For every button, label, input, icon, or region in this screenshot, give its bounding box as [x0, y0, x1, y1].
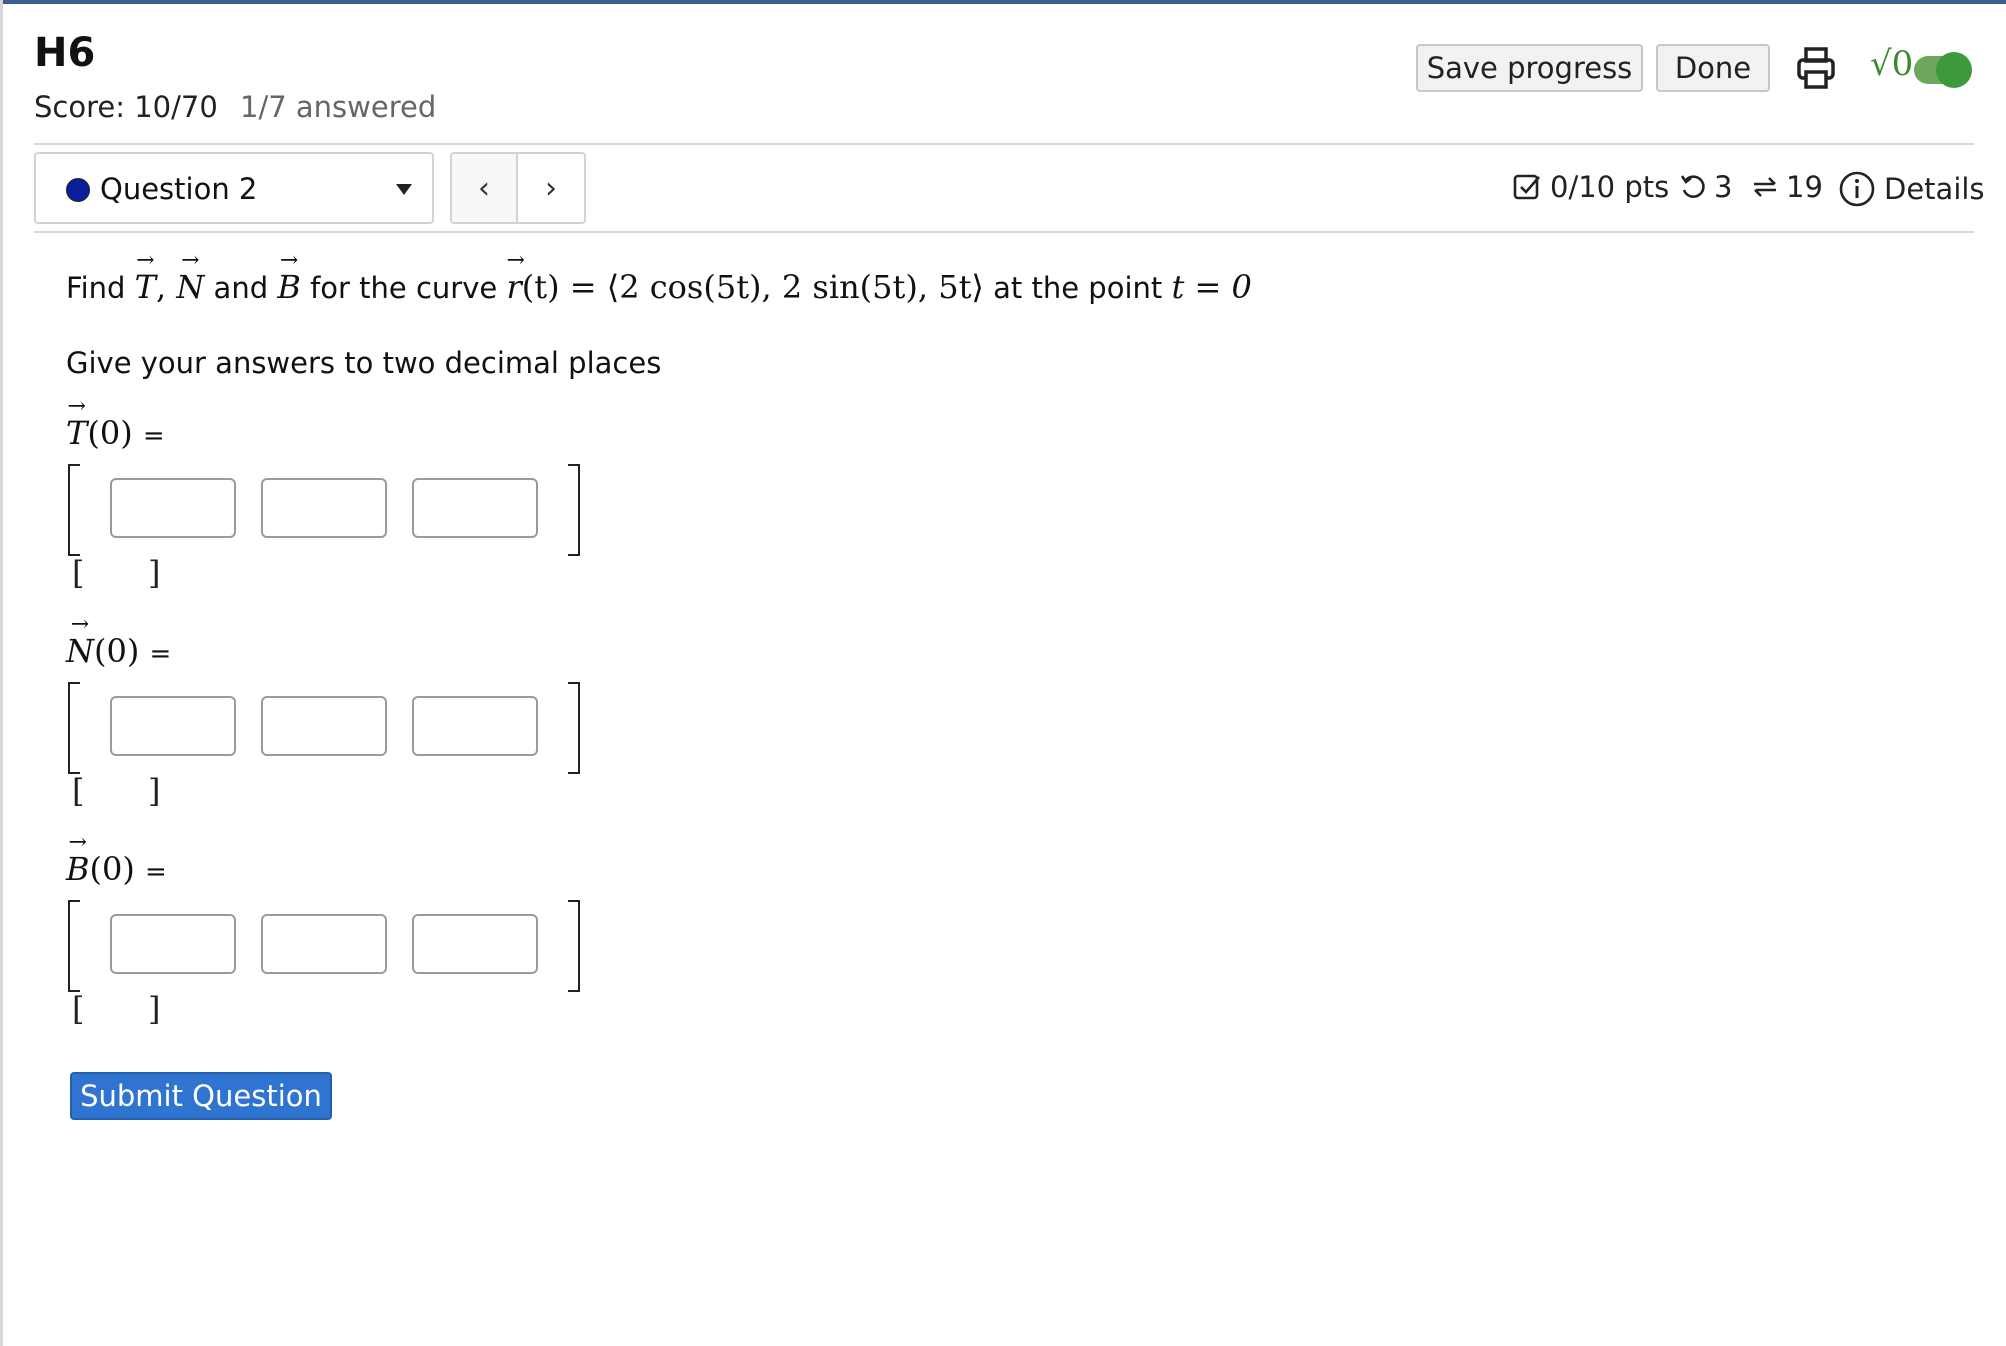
vector-N-symbol: N [176, 248, 204, 306]
left-edge [0, 0, 3, 1346]
question-select[interactable]: Question 2 [34, 152, 434, 224]
point-expression: t = 0 [1171, 268, 1252, 306]
T-component-3-input[interactable] [412, 478, 538, 538]
vector-B-symbol: B [277, 248, 301, 306]
N-component-1-input[interactable] [110, 696, 236, 756]
save-progress-button[interactable]: Save progress [1416, 44, 1643, 92]
T-component-1-input[interactable] [110, 478, 236, 538]
N-component-3-input[interactable] [412, 696, 538, 756]
caret-down-icon [396, 184, 412, 195]
prompt-and: and [213, 271, 269, 305]
attempts-icon [1754, 177, 1776, 197]
previous-question-button[interactable]: ‹ [452, 154, 518, 222]
retries-status: 3 [1678, 170, 1732, 204]
assignment-title: H6 [34, 30, 96, 76]
bracket-right [568, 682, 580, 774]
checkbox-icon [1513, 174, 1540, 200]
attempts-count: 19 [1786, 170, 1823, 204]
divider [34, 231, 1974, 233]
retries-count: 3 [1714, 170, 1733, 204]
bracket-left [68, 464, 80, 556]
details-label: Details [1884, 172, 1985, 206]
done-button[interactable]: Done [1656, 44, 1770, 92]
vector-N-preview: [] [72, 772, 161, 810]
points-status: 0/10 pts [1512, 170, 1669, 204]
instruction-text: Give your answers to two decimal places [66, 346, 662, 380]
details-link[interactable]: Details [1838, 170, 1985, 208]
T-component-2-input[interactable] [261, 478, 387, 538]
top-accent-bar [0, 0, 2006, 4]
submit-question-button[interactable]: Submit Question [70, 1072, 332, 1120]
toggle-knob[interactable] [1936, 52, 1972, 88]
prompt-for-curve: for the curve [310, 271, 498, 305]
question-select-label: Question 2 [100, 172, 258, 206]
attempts-status: 19 [1750, 170, 1823, 204]
vector-T-label: T(0) = [66, 394, 165, 452]
status-dot-icon [66, 178, 90, 202]
vector-T-matrix [66, 464, 582, 556]
bracket-left [68, 900, 80, 992]
vector-B-preview: [] [72, 990, 161, 1028]
vector-N-matrix [66, 682, 582, 774]
retry-icon [1680, 175, 1705, 198]
points-text: 0/10 pts [1550, 170, 1670, 204]
B-component-1-input[interactable] [110, 914, 236, 974]
print-icon[interactable] [1796, 46, 1836, 90]
question-nav: ‹ › [450, 152, 586, 224]
score-text: Score: 10/70 [34, 90, 218, 124]
B-component-2-input[interactable] [261, 914, 387, 974]
info-icon [1839, 171, 1875, 207]
divider [34, 143, 1974, 145]
N-component-2-input[interactable] [261, 696, 387, 756]
prompt-at-point: at the point [993, 271, 1163, 305]
answered-count: 1/7 answered [240, 90, 437, 124]
vector-B-matrix [66, 900, 582, 992]
bracket-right [568, 464, 580, 556]
B-component-3-input[interactable] [412, 914, 538, 974]
sqrt-icon[interactable]: √0 [1870, 44, 1913, 84]
question-prompt: Find T, N and B for the curve r(t) = ⟨2 … [66, 248, 1252, 306]
vector-T-preview: [] [72, 554, 161, 592]
vector-T-symbol: T [135, 248, 157, 306]
prompt-find: Find [66, 271, 126, 305]
curve-expression: (t) = ⟨2 cos(5t), 2 sin(5t), 5t⟩ [521, 268, 984, 306]
bracket-right [568, 900, 580, 992]
vector-N-label: N(0) = [66, 612, 171, 670]
next-question-button[interactable]: › [518, 154, 584, 222]
vector-B-label: B(0) = [66, 830, 167, 888]
bracket-left [68, 682, 80, 774]
